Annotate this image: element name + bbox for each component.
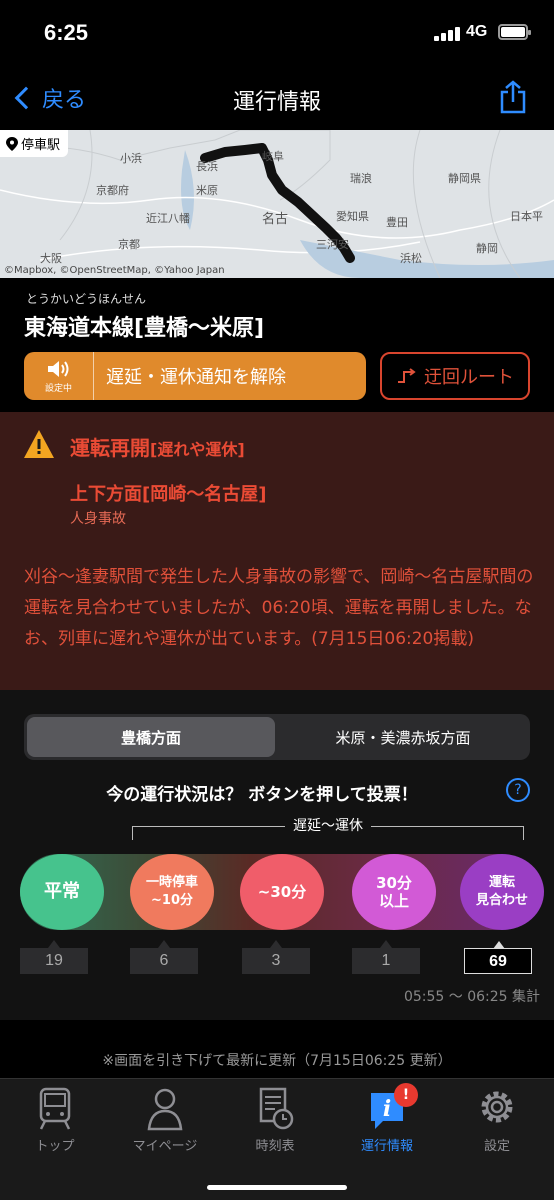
train-icon — [39, 1087, 71, 1130]
delay-range-bracket: 遅延〜運休 — [132, 818, 524, 840]
vote-option-label: 運転 — [488, 875, 515, 890]
tab-timetable[interactable]: 時刻表 — [220, 1085, 330, 1154]
notify-button-label: 遅延・運休通知を解除 — [106, 367, 286, 388]
timetable-icon — [259, 1087, 294, 1130]
line-kana: とうかいどうほんせん — [26, 292, 147, 306]
vote-option-label: ~30分 — [257, 883, 307, 901]
map-label: 京都府 — [96, 184, 129, 197]
alert-title: 運転再開[遅れや運休] — [70, 432, 245, 461]
vote-suspended-button[interactable]: 運転 見合わせ — [460, 854, 544, 930]
detour-route-button[interactable]: 迂回ルート — [380, 352, 530, 400]
vote-30min-button[interactable]: ~30分 — [240, 854, 324, 930]
delay-range-label: 遅延〜運休 — [285, 818, 371, 834]
battery-icon — [498, 24, 531, 40]
map-label: 瑞浪 — [350, 172, 372, 185]
detour-icon — [398, 368, 416, 383]
person-icon — [147, 1088, 183, 1131]
map-label: 静岡 — [476, 242, 498, 255]
line-name: 東海道本線[豊橋〜米原] — [24, 316, 265, 341]
alert-body: 刈谷〜逢妻駅間で発生した人身事故の影響で、岡崎〜名古屋駅間の運転を見合わせていま… — [24, 567, 534, 649]
notification-status-label: 設定中 — [44, 383, 72, 394]
nav-bar: 戻る 運行情報 — [0, 64, 554, 130]
map-label: 浜松 — [400, 252, 422, 265]
map-credit: ©Mapbox, ©OpenStreetMap, ©Yahoo Japan — [4, 265, 225, 276]
vote-normal-button[interactable]: 平常 — [20, 854, 104, 930]
vote-over-30min-button[interactable]: 30分 以上 — [352, 854, 436, 930]
map-label: 静岡県 — [448, 172, 481, 185]
map-label: 日本平 — [510, 210, 543, 223]
tab-toyohashi[interactable]: 豊橋方面 — [27, 717, 275, 757]
vote-option-label: 30分 — [376, 874, 412, 892]
vote-count-highlighted: 69 — [464, 941, 532, 974]
map-label: 近江八幡 — [146, 212, 190, 225]
direction-segmented-control: 豊橋方面 米原・美濃赤坂方面 — [24, 714, 530, 760]
vote-count: 19 — [20, 940, 88, 974]
tab-label: 時刻表 — [255, 1139, 295, 1154]
notification-badge: ! — [394, 1083, 418, 1107]
page-title: 運行情報 — [232, 90, 321, 115]
alert-subtitle: [遅れや運休] — [150, 440, 245, 459]
map-label: 岐阜 — [262, 150, 284, 163]
map-label: 名古 — [262, 212, 289, 227]
map-label: 大阪 — [40, 252, 62, 265]
vote-option-sublabel: ~10分 — [151, 893, 193, 908]
refresh-note: ※画面を引き下げて最新に更新（7月15日06:25 更新） — [102, 1053, 452, 1069]
speaker-icon — [47, 360, 68, 377]
vote-section: 豊橋方面 米原・美濃赤坂方面 今の運行状況は？ ボタンを押して投票！ ? 遅延〜… — [0, 690, 554, 1020]
signal-icon — [434, 25, 462, 41]
map-label: 長浜 — [196, 160, 218, 173]
tab-label: マイページ — [132, 1139, 198, 1154]
tab-top[interactable]: トップ — [0, 1085, 110, 1154]
alert-cause: 人身事故 — [70, 511, 126, 527]
tally-period: 05:55 〜 06:25 集計 — [403, 989, 540, 1005]
map-label: 米原 — [196, 184, 218, 197]
tab-label: 設定 — [483, 1139, 510, 1154]
map-label: 豊田 — [386, 216, 408, 229]
vote-count: 6 — [130, 940, 198, 974]
vote-option-label: 一時停車 — [145, 875, 198, 890]
status-bar: 6:25 4G — [0, 0, 554, 64]
home-indicator[interactable] — [207, 1185, 347, 1190]
unsubscribe-notification-button[interactable]: 設定中 遅延・運休通知を解除 — [24, 352, 366, 400]
tab-label: 運行情報 — [360, 1139, 413, 1154]
alert-direction: 上下方面[岡崎〜名古屋] — [70, 484, 267, 505]
vote-option-sublabel: 見合わせ — [475, 893, 528, 908]
tab-bar: トップ マイページ 時刻表 i 運行情報 ! 設定 — [0, 1078, 554, 1200]
warning-icon — [24, 430, 54, 458]
vote-option-sublabel: 以上 — [378, 892, 409, 910]
map-label: 小浜 — [120, 152, 142, 165]
tab-label: トップ — [35, 1139, 75, 1154]
gear-icon — [481, 1091, 513, 1123]
map-label: 愛知県 — [336, 210, 369, 223]
map-label: 京都 — [118, 238, 140, 251]
alert-status: 運転再開 — [70, 436, 150, 460]
tab-settings[interactable]: 設定 — [442, 1085, 552, 1154]
tab-service-info[interactable]: i 運行情報 ! — [332, 1083, 442, 1154]
vote-option-label: 平常 — [44, 881, 80, 902]
service-alert: 運転再開[遅れや運休] 上下方面[岡崎〜名古屋] 人身事故 刈谷〜逢妻駅間で発生… — [0, 412, 554, 690]
vote-question: 今の運行状況は？ ボタンを押して投票！ — [106, 785, 418, 805]
share-icon[interactable] — [498, 80, 528, 114]
map-stations-badge[interactable]: 停車駅 — [0, 130, 69, 157]
vote-count: 1 — [352, 940, 420, 974]
detour-button-label: 迂回ルート — [424, 367, 514, 388]
map-label: 三河安 — [316, 238, 349, 251]
vote-stop-10min-button[interactable]: 一時停車 ~10分 — [130, 854, 214, 930]
tab-mypage[interactable]: マイページ — [110, 1085, 220, 1154]
tab-maibara[interactable]: 米原・美濃赤坂方面 — [279, 717, 527, 757]
location-pin-icon — [6, 136, 18, 151]
svg-text:i: i — [383, 1096, 391, 1122]
vote-count: 3 — [242, 940, 310, 974]
map-badge-label: 停車駅 — [21, 138, 61, 153]
notification-status: 設定中 — [24, 352, 94, 400]
network-type: 4G — [466, 23, 488, 40]
help-icon[interactable]: ? — [506, 778, 530, 802]
route-map[interactable]: 停車駅 小浜 京都府 長浜 米原 近江八幡 京都 岐阜 瑞浪 名古 愛知県 三河… — [0, 130, 554, 278]
status-time: 6:25 — [44, 20, 89, 45]
